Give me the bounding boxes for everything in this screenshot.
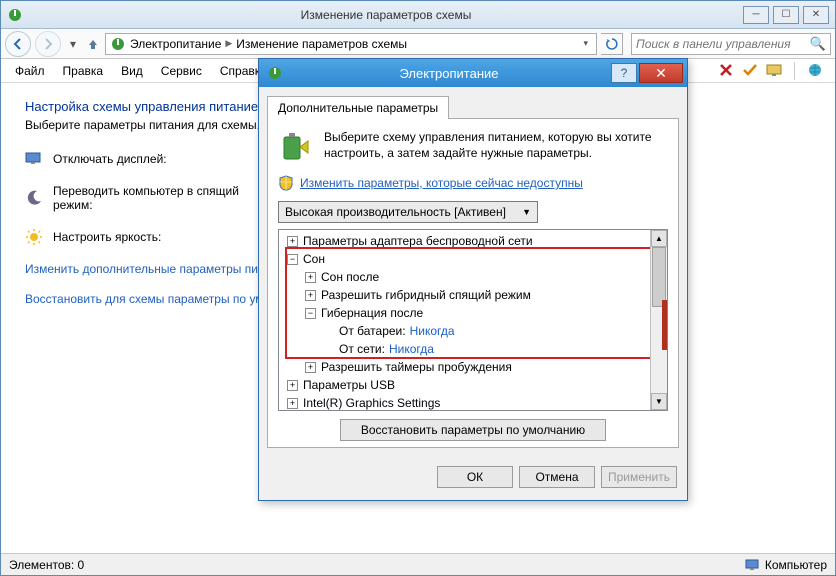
power-icon — [267, 65, 283, 81]
minimize-button[interactable]: ─ — [743, 6, 769, 24]
menu-file[interactable]: Файл — [7, 61, 53, 81]
expand-icon[interactable]: + — [305, 272, 316, 283]
status-bar: Элементов: 0 Компьютер — [1, 553, 835, 575]
restore-defaults-button[interactable]: Восстановить параметры по умолчанию — [340, 419, 606, 441]
collapse-icon[interactable]: − — [287, 254, 298, 265]
chevron-right-icon: ▶ — [225, 38, 232, 49]
tool-shell-icon[interactable] — [807, 62, 823, 78]
tab-advanced[interactable]: Дополнительные параметры — [267, 96, 449, 119]
tree-hibernate-battery[interactable]: От батареи:Никогда — [283, 322, 663, 340]
settings-tree: +Параметры адаптера беспроводной сети −С… — [278, 229, 668, 411]
monitor-icon — [25, 150, 43, 168]
up-button[interactable] — [85, 37, 101, 51]
tool-check-icon[interactable] — [742, 62, 758, 78]
search-icon[interactable]: 🔍 — [810, 36, 826, 52]
close-button[interactable]: ✕ — [803, 6, 829, 24]
shield-icon — [278, 175, 294, 191]
history-dropdown[interactable]: ▾ — [65, 37, 81, 51]
power-plan-dropdown[interactable]: Высокая производительность [Активен] ▼ — [278, 201, 538, 223]
nav-bar: ▾ Электропитание ▶ Изменение параметров … — [1, 29, 835, 59]
dialog-intro-text: Выберите схему управления питанием, кото… — [324, 129, 668, 165]
tab-content: Выберите схему управления питанием, кото… — [267, 118, 679, 448]
breadcrumb-current[interactable]: Изменение параметров схемы — [236, 37, 407, 51]
tree-wake-timers[interactable]: +Разрешить таймеры пробуждения — [283, 358, 663, 376]
scroll-down-button[interactable]: ▼ — [651, 393, 667, 410]
back-button[interactable] — [5, 31, 31, 57]
tree-hibernate-mains[interactable]: От сети:Никогда — [283, 340, 663, 358]
maximize-button[interactable]: ☐ — [773, 6, 799, 24]
highlight-edge — [662, 300, 668, 350]
menu-service[interactable]: Сервис — [153, 61, 210, 81]
window-title: Изменение параметров схемы — [29, 8, 743, 22]
tree-usb[interactable]: +Параметры USB — [283, 376, 663, 394]
power-options-dialog: Электропитание ? ✕ Дополнительные параме… — [258, 58, 688, 501]
dialog-close-button[interactable]: ✕ — [639, 63, 683, 83]
tree-hybrid-sleep[interactable]: +Разрешить гибридный спящий режим — [283, 286, 663, 304]
expand-icon[interactable]: + — [287, 236, 298, 247]
dialog-titlebar[interactable]: Электропитание ? ✕ — [259, 59, 687, 87]
power-plan-icon — [7, 7, 23, 23]
dialog-title: Электропитание — [287, 66, 611, 81]
collapse-icon[interactable]: − — [305, 308, 316, 319]
tree-sleep[interactable]: −Сон — [283, 250, 663, 268]
hibernate-mains-value[interactable]: Никогда — [389, 340, 434, 358]
moon-icon — [25, 189, 43, 207]
cancel-button[interactable]: Отмена — [519, 466, 595, 488]
breadcrumb-dropdown-icon[interactable]: ▾ — [579, 38, 592, 49]
refresh-button[interactable] — [601, 33, 623, 55]
status-computer: Компьютер — [765, 558, 827, 572]
tool-cancel-icon[interactable] — [718, 62, 734, 78]
dialog-help-button[interactable]: ? — [611, 63, 637, 83]
expand-icon[interactable]: + — [287, 398, 298, 409]
expand-icon[interactable]: + — [287, 380, 298, 391]
power-plan-selected: Высокая производительность [Активен] — [285, 205, 506, 219]
menu-view[interactable]: Вид — [113, 61, 151, 81]
menu-edit[interactable]: Правка — [55, 61, 112, 81]
power-icon — [110, 36, 126, 52]
tool-screen-icon[interactable] — [766, 62, 782, 78]
scroll-thumb[interactable] — [652, 247, 666, 307]
hibernate-battery-value[interactable]: Никогда — [410, 322, 455, 340]
setting-sleep-label: Переводить компьютер в спящийрежим: — [53, 184, 239, 212]
titlebar: Изменение параметров схемы ─ ☐ ✕ — [1, 1, 835, 29]
computer-icon — [745, 558, 759, 572]
dialog-footer: ОК Отмена Применить — [259, 456, 687, 500]
battery-plug-icon — [278, 129, 314, 165]
link-change-unavailable[interactable]: Изменить параметры, которые сейчас недос… — [278, 175, 668, 191]
search-box[interactable]: 🔍 — [631, 33, 831, 55]
scroll-up-button[interactable]: ▲ — [651, 230, 667, 247]
expand-icon[interactable]: + — [305, 290, 316, 301]
chevron-down-icon: ▼ — [522, 207, 531, 217]
search-input[interactable] — [636, 37, 810, 51]
sun-icon — [25, 228, 43, 246]
setting-display-label: Отключать дисплей: — [53, 152, 167, 166]
apply-button[interactable]: Применить — [601, 466, 677, 488]
tree-hibernate-after[interactable]: −Гибернация после — [283, 304, 663, 322]
tree-wireless[interactable]: +Параметры адаптера беспроводной сети — [283, 232, 663, 250]
forward-button[interactable] — [35, 31, 61, 57]
ok-button[interactable]: ОК — [437, 466, 513, 488]
setting-brightness-label: Настроить яркость: — [53, 230, 161, 244]
status-item-count: Элементов: 0 — [9, 558, 84, 572]
tree-sleep-after[interactable]: +Сон после — [283, 268, 663, 286]
expand-icon[interactable]: + — [305, 362, 316, 373]
breadcrumb[interactable]: Электропитание ▶ Изменение параметров сх… — [105, 33, 597, 55]
tree-intel-graphics[interactable]: +Intel(R) Graphics Settings — [283, 394, 663, 411]
breadcrumb-root[interactable]: Электропитание — [130, 37, 221, 51]
